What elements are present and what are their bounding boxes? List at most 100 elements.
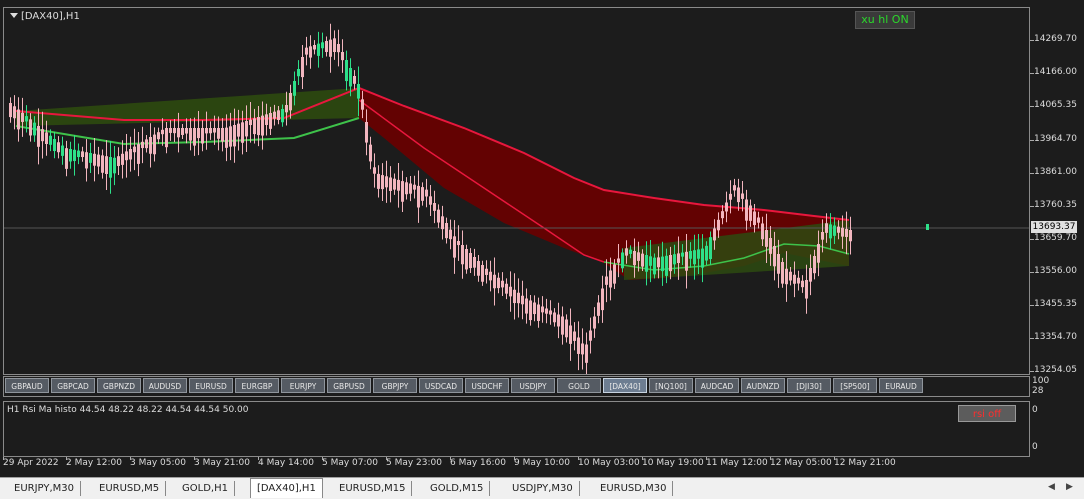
symbol-button-eurjpy[interactable]: EURJPY xyxy=(281,378,325,393)
candle-body xyxy=(425,189,428,197)
candle-body xyxy=(749,205,752,221)
symbol-button-gbpcad[interactable]: GBPCAD xyxy=(51,378,95,393)
chart-tab[interactable]: GOLD,H1 xyxy=(176,481,235,496)
candle-body xyxy=(493,274,496,289)
candle-body xyxy=(97,154,100,167)
symbol-button-sp500[interactable]: [SP500] xyxy=(833,378,877,393)
candle-body xyxy=(289,93,292,111)
candle-body xyxy=(73,149,76,162)
candle-body xyxy=(537,304,540,321)
price-label: 13659.70 xyxy=(1034,233,1077,243)
candle-body xyxy=(313,45,316,50)
candle-body xyxy=(345,60,348,82)
rsi-toggle-button[interactable]: rsi off xyxy=(958,405,1016,422)
symbol-button-nq100[interactable]: [NQ100] xyxy=(649,378,693,393)
candle-body xyxy=(509,286,512,297)
symbol-button-usdchf[interactable]: USDCHF xyxy=(465,378,509,393)
chart-tab[interactable]: EURUSD,M15 xyxy=(333,481,413,496)
candle-body xyxy=(253,118,256,135)
chart-tab[interactable]: EURUSD,M30 xyxy=(594,481,674,496)
candle-body xyxy=(161,129,164,135)
candle-body xyxy=(117,156,120,167)
candle-body xyxy=(281,109,284,123)
candle-body xyxy=(561,316,564,335)
candle-body xyxy=(249,119,252,126)
candle-body xyxy=(413,184,416,190)
candle-body xyxy=(621,252,624,269)
candle-body xyxy=(45,132,48,145)
candle-body xyxy=(757,217,760,223)
candle-body xyxy=(169,128,172,133)
candle-body xyxy=(841,227,844,237)
candle-body xyxy=(33,122,36,136)
candle-body xyxy=(369,144,372,162)
candle-body xyxy=(373,167,376,174)
candle-body xyxy=(293,81,296,96)
dropdown-triangle-icon[interactable] xyxy=(10,13,18,18)
price-label: 13964.70 xyxy=(1034,134,1077,144)
time-label: 6 May 16:00 xyxy=(450,458,506,468)
candle-body xyxy=(653,257,656,275)
chart-title[interactable]: [DAX40],H1 xyxy=(10,11,80,22)
candle-body xyxy=(185,128,188,134)
price-label: 13254.05 xyxy=(1034,365,1077,375)
candle-body xyxy=(229,126,232,147)
candle-body xyxy=(733,185,736,191)
symbol-button-audcad[interactable]: AUDCAD xyxy=(695,378,739,393)
candle-body xyxy=(617,258,620,263)
candle-body xyxy=(21,112,24,122)
price-label: 14166.00 xyxy=(1034,67,1077,77)
candle-body xyxy=(789,271,792,281)
chart-tab[interactable]: GOLD,M15 xyxy=(424,481,491,496)
symbol-bar-axis: 100 28 xyxy=(1030,376,1084,397)
candle-body xyxy=(25,116,28,122)
symbol-button-dji30[interactable]: [DJI30] xyxy=(787,378,831,393)
symbol-button-dax40[interactable]: [DAX40] xyxy=(603,378,647,393)
candle-body xyxy=(13,106,16,119)
time-label: 10 May 19:00 xyxy=(642,458,704,468)
candle-body xyxy=(237,123,240,137)
candle-body xyxy=(629,249,632,254)
candle-body xyxy=(453,236,456,258)
candle-body xyxy=(109,157,112,178)
symbol-button-euraud[interactable]: EURAUD xyxy=(879,378,923,393)
candle-body xyxy=(417,185,420,208)
price-chart[interactable] xyxy=(4,8,1029,374)
candle-body xyxy=(37,125,40,147)
symbol-button-gbpjpy[interactable]: GBPJPY xyxy=(373,378,417,393)
symbol-button-audusd[interactable]: AUDUSD xyxy=(143,378,187,393)
symbol-button-gbpaud[interactable]: GBPAUD xyxy=(5,378,49,393)
chart-tab[interactable]: EURJPY,M30 xyxy=(8,481,81,496)
candle-body xyxy=(557,314,560,327)
candle-body xyxy=(821,232,824,240)
candle-body xyxy=(125,151,128,161)
candle-body xyxy=(813,256,816,274)
candle-body xyxy=(181,128,184,135)
chart-tab[interactable]: [DAX40],H1 xyxy=(250,478,323,498)
symbol-button-audnzd[interactable]: AUDNZD xyxy=(741,378,785,393)
symbol-button-gold[interactable]: GOLD xyxy=(557,378,601,393)
candle-body xyxy=(589,330,592,341)
price-axis[interactable]: 13693.37 14269.70 14166.00 14065.35 13964.7… xyxy=(1030,7,1084,375)
main-chart-panel[interactable]: [DAX40],H1 xu hl ON xyxy=(3,7,1030,375)
candle-body xyxy=(765,230,768,247)
tab-scroll-right-icon[interactable]: ▶ xyxy=(1066,482,1073,492)
price-label: 14269.70 xyxy=(1034,34,1077,44)
symbol-button-eurgbp[interactable]: EURGBP xyxy=(235,378,279,393)
symbol-button-eurusd[interactable]: EURUSD xyxy=(189,378,233,393)
symbol-button-usdjpy[interactable]: USDJPY xyxy=(511,378,555,393)
candle-body xyxy=(713,228,716,241)
candle-body xyxy=(217,128,220,139)
tab-scroll-left-icon[interactable]: ◀ xyxy=(1048,482,1055,492)
symbol-button-usdcad[interactable]: USDCAD xyxy=(419,378,463,393)
xuhl-toggle-button[interactable]: xu hl ON xyxy=(855,11,915,29)
symbol-button-gbpusd[interactable]: GBPUSD xyxy=(327,378,371,393)
symbol-button-gbpnzd[interactable]: GBPNZD xyxy=(97,378,141,393)
time-label: 3 May 21:00 xyxy=(194,458,250,468)
rsi-indicator-panel[interactable]: H1 Rsi Ma histo 44.54 48.22 48.22 44.54 … xyxy=(3,401,1030,457)
candle-body xyxy=(49,135,52,145)
chart-tab[interactable]: USDJPY,M30 xyxy=(506,481,580,496)
candle-body xyxy=(625,248,628,256)
candle-body xyxy=(673,254,676,265)
chart-tab[interactable]: EURUSD,M5 xyxy=(93,481,167,496)
